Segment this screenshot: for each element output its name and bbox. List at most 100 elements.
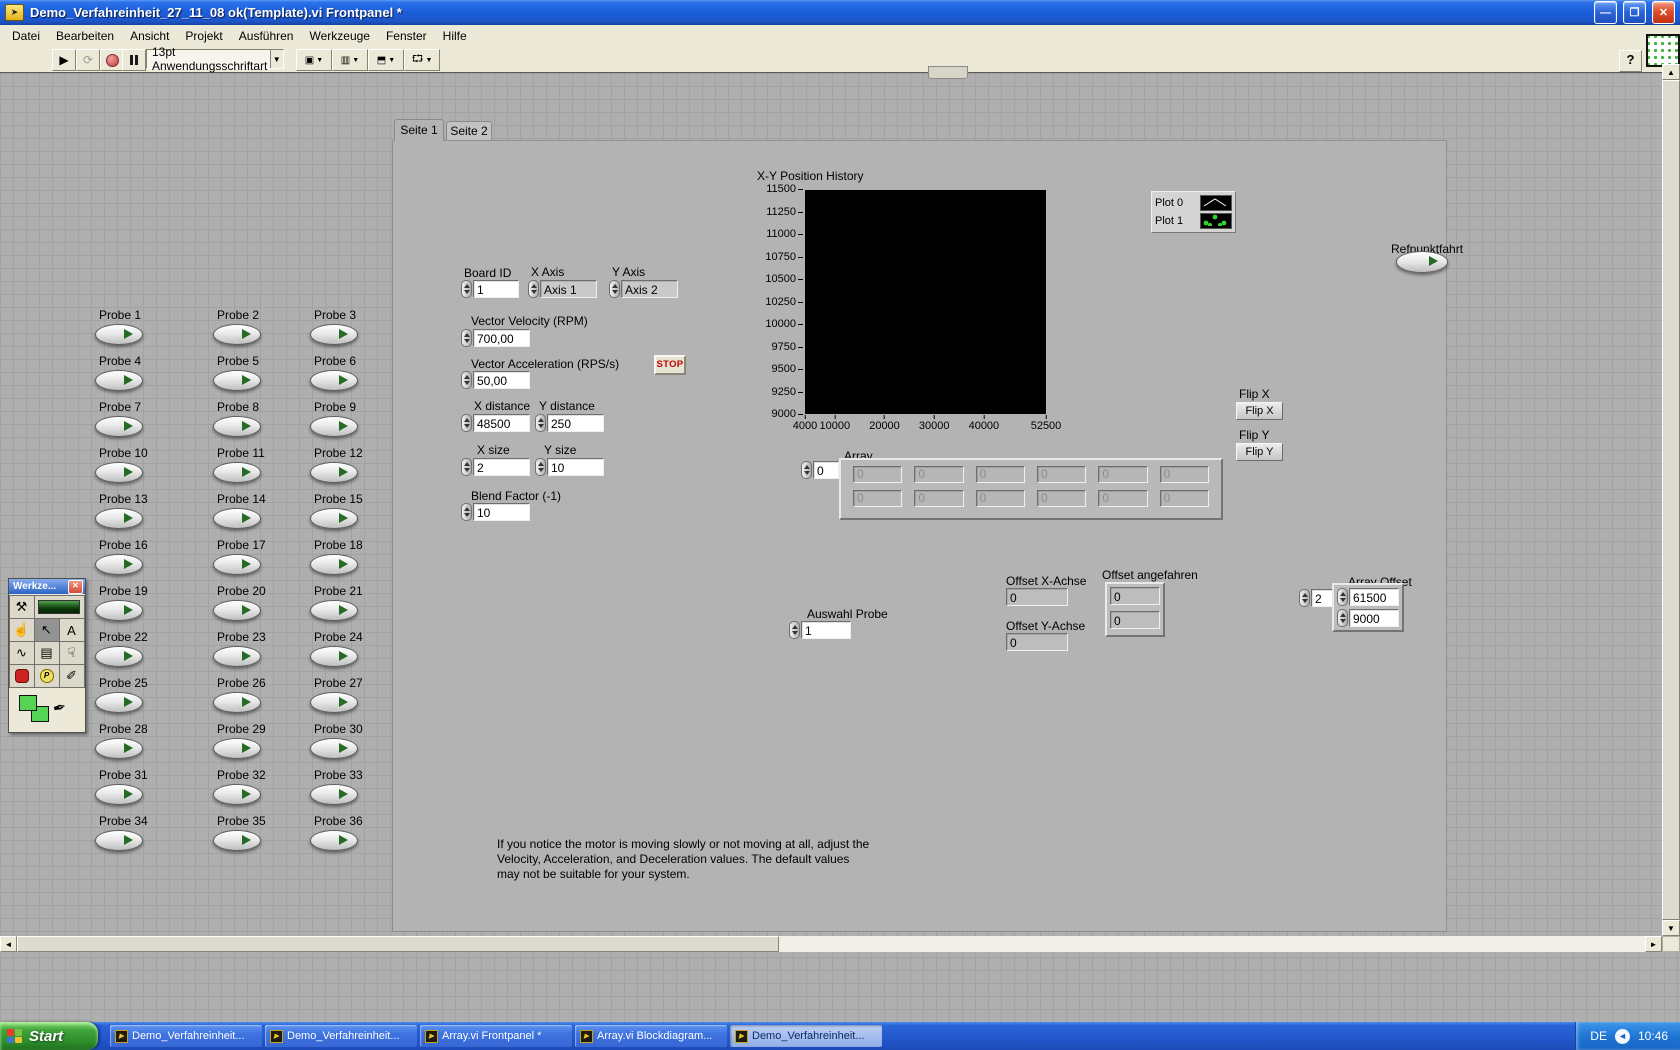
abort-button[interactable] [100, 49, 124, 71]
scroll-down-icon[interactable]: ▼ [1662, 920, 1680, 936]
tools-palette[interactable]: Werkze... ✕ ⚒ ☝ ↖ A ∿ ▤ ☟ P ✐ ✒ [8, 578, 86, 733]
probe-button[interactable] [213, 738, 261, 759]
probe-button[interactable] [95, 370, 143, 391]
legend-item-plot0[interactable]: Plot 0 [1155, 194, 1232, 212]
chevron-down-icon[interactable]: ▼ [269, 50, 283, 68]
y-axis-ring[interactable]: Axis 2 [609, 280, 678, 298]
legend-item-plot1[interactable]: Plot 1 [1155, 212, 1232, 230]
probe-button[interactable] [213, 324, 261, 345]
probe-button[interactable] [213, 600, 261, 621]
taskbar-task[interactable]: ▶ Array.vi Frontpanel * [420, 1025, 572, 1047]
menu-item[interactable]: Datei [4, 27, 48, 45]
color-copy-tool[interactable]: ✐ [58, 664, 85, 688]
horizontal-scrollbar[interactable]: ◄ ► [0, 936, 1662, 952]
distribute-objects-button[interactable]: ▥ ▼ [332, 49, 368, 71]
taskbar-task[interactable]: ▶ Demo_Verfahreinheit... [730, 1025, 882, 1047]
increment-decrement-spinner[interactable] [461, 503, 472, 521]
tab-seite-1[interactable]: Seite 1 [394, 119, 444, 141]
menu-item[interactable]: Werkzeuge [301, 27, 377, 45]
auswahl-probe-control[interactable]: 1 [789, 621, 851, 639]
scroll-tool[interactable]: ☟ [58, 641, 85, 665]
increment-decrement-spinner[interactable] [461, 414, 472, 432]
x-axis-ring[interactable]: Axis 1 [528, 280, 597, 298]
probe-button[interactable] [213, 508, 261, 529]
probe-button[interactable] [310, 554, 358, 575]
minimize-button[interactable]: — [1594, 1, 1617, 24]
probe-button[interactable] [213, 554, 261, 575]
probe-button[interactable] [95, 646, 143, 667]
vector-velocity-control[interactable]: 700,00 [461, 329, 530, 347]
edit-text-tool[interactable]: A [58, 618, 85, 642]
menu-item[interactable]: Fenster [378, 27, 435, 45]
probe-button[interactable] [310, 646, 358, 667]
close-icon[interactable]: ✕ [68, 579, 83, 594]
probe-button[interactable] [310, 600, 358, 621]
stop-button[interactable]: STOP [654, 355, 686, 375]
pane-handle[interactable] [928, 66, 968, 79]
scroll-left-icon[interactable]: ◄ [0, 936, 17, 952]
probe-button[interactable] [95, 324, 143, 345]
increment-decrement-spinner[interactable] [1337, 588, 1348, 606]
taskbar-task[interactable]: ▶ Array.vi Blockdiagram... [575, 1025, 727, 1047]
menu-item[interactable]: Ansicht [122, 27, 177, 45]
probe-button[interactable] [95, 462, 143, 483]
increment-decrement-spinner[interactable] [535, 414, 546, 432]
probe-button[interactable] [213, 692, 261, 713]
wire-tool[interactable]: ∿ [8, 641, 35, 665]
language-indicator[interactable]: DE [1590, 1029, 1607, 1043]
probe-button[interactable] [95, 416, 143, 437]
probe-button[interactable] [95, 692, 143, 713]
run-button[interactable]: ▶ [52, 49, 76, 71]
array-offset-y-control[interactable]: 9000 [1337, 609, 1399, 627]
taskbar-task[interactable]: ▶ Demo_Verfahreinheit... [265, 1025, 417, 1047]
probe-button[interactable] [213, 646, 261, 667]
reorder-button[interactable]: ⮔ ▼ [404, 49, 440, 71]
scroll-up-icon[interactable]: ▲ [1662, 64, 1680, 80]
alignment-grid-icon[interactable] [1646, 34, 1680, 67]
menu-item[interactable]: Ausführen [231, 27, 302, 45]
probe-button[interactable] [95, 738, 143, 759]
probe-button[interactable] [95, 508, 143, 529]
increment-decrement-spinner[interactable] [461, 280, 472, 298]
probe-button[interactable] [95, 784, 143, 805]
increment-decrement-spinner[interactable] [461, 371, 472, 389]
increment-decrement-spinner[interactable] [461, 329, 472, 347]
breakpoint-tool[interactable] [8, 664, 35, 688]
probe-button[interactable] [213, 416, 261, 437]
shortcut-menu-tool[interactable]: ▤ [33, 641, 60, 665]
x-size-control[interactable]: 2 [461, 458, 530, 476]
menu-item[interactable]: Bearbeiten [48, 27, 122, 45]
close-button[interactable]: ✕ [1652, 1, 1675, 24]
operate-value-tool[interactable]: ☝ [8, 618, 35, 642]
flip-x-button[interactable]: Flip X [1236, 402, 1283, 420]
tools-palette-titlebar[interactable]: Werkze... ✕ [9, 579, 85, 594]
increment-decrement-spinner[interactable] [801, 461, 812, 479]
probe-button[interactable] [213, 784, 261, 805]
probe-button[interactable] [310, 830, 358, 851]
probe-button[interactable] [310, 462, 358, 483]
probe-button[interactable] [213, 830, 261, 851]
font-selector[interactable]: 13pt Anwendungsschriftart ▼ [146, 45, 284, 73]
x-distance-control[interactable]: 48500 [461, 414, 530, 432]
restore-button[interactable]: ❐ [1623, 1, 1646, 24]
scrollbar-thumb[interactable] [1662, 80, 1680, 920]
board-id-control[interactable]: 1 [461, 280, 519, 298]
probe-button[interactable] [95, 830, 143, 851]
increment-decrement-spinner[interactable] [789, 621, 800, 639]
probe-button[interactable] [213, 370, 261, 391]
scroll-right-icon[interactable]: ► [1645, 936, 1662, 952]
probe-button[interactable] [95, 554, 143, 575]
array-index-control[interactable]: 0 [801, 461, 839, 479]
blend-factor-control[interactable]: 10 [461, 503, 530, 521]
array-offset-x-control[interactable]: 61500 [1337, 588, 1399, 606]
increment-decrement-spinner[interactable] [1299, 589, 1310, 607]
probe-tool[interactable]: P [33, 664, 60, 688]
set-color-tool[interactable]: ✒ [9, 690, 85, 732]
align-objects-button[interactable]: ▣ ▼ [296, 49, 332, 71]
probe-button[interactable] [310, 416, 358, 437]
pause-button[interactable] [122, 49, 146, 71]
y-size-control[interactable]: 10 [535, 458, 604, 476]
probe-button[interactable] [95, 600, 143, 621]
probe-button[interactable] [310, 324, 358, 345]
increment-decrement-spinner[interactable] [528, 280, 539, 298]
